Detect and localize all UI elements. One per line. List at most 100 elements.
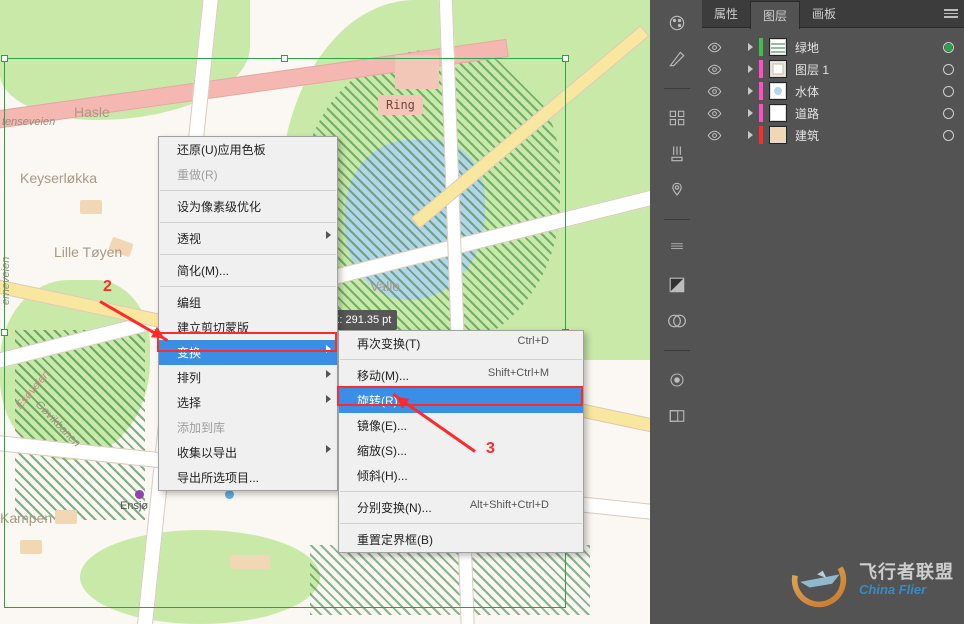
menu-add-to-library: 添加到库 bbox=[159, 415, 337, 440]
context-menu[interactable]: 还原(U)应用色板 重做(R) 设为像素级优化 透视 简化(M)... 编组 建… bbox=[158, 136, 338, 491]
layer-target-icon[interactable] bbox=[943, 64, 954, 75]
expand-icon[interactable] bbox=[748, 87, 753, 95]
menu-transform-each[interactable]: 分别变换(N)... Alt+Shift+Ctrl+D bbox=[339, 495, 583, 520]
menu-separator bbox=[340, 359, 582, 360]
symbols-icon[interactable] bbox=[666, 179, 688, 201]
tab-layers[interactable]: 图层 bbox=[750, 1, 800, 29]
layer-target-icon[interactable] bbox=[943, 42, 954, 53]
layer-name: 图层 1 bbox=[795, 61, 829, 78]
brushes-icon[interactable] bbox=[666, 143, 688, 165]
menu-clipping-mask[interactable]: 建立剪切蒙版 bbox=[159, 315, 337, 340]
menu-label: 收集以导出 bbox=[177, 446, 237, 460]
layers-panel: 属性 图层 画板 绿地图层 1 水体道路建筑 bbox=[702, 0, 964, 624]
menu-collect-export[interactable]: 收集以导出 bbox=[159, 440, 337, 465]
visibility-icon[interactable] bbox=[706, 61, 722, 77]
layers-list: 绿地图层 1 水体道路建筑 bbox=[702, 28, 964, 146]
layer-thumbnail bbox=[769, 126, 787, 144]
menu-shear[interactable]: 倾斜(H)... bbox=[339, 463, 583, 488]
layer-target-icon[interactable] bbox=[943, 86, 954, 97]
selection-handle[interactable] bbox=[281, 55, 288, 62]
stroke-icon[interactable] bbox=[666, 238, 688, 260]
strip-separator bbox=[664, 219, 690, 220]
brush-icon[interactable] bbox=[666, 48, 688, 70]
visibility-icon[interactable] bbox=[706, 127, 722, 143]
watermark-text: 飞行者联盟 China Flier bbox=[859, 562, 954, 598]
menu-transform[interactable]: 变换 bbox=[159, 340, 337, 365]
chevron-right-icon bbox=[326, 445, 331, 453]
menu-simplify[interactable]: 简化(M)... bbox=[159, 258, 337, 283]
menu-label: 分别变换(N)... bbox=[357, 501, 432, 515]
layer-target-icon[interactable] bbox=[943, 130, 954, 141]
selection-handle[interactable] bbox=[1, 55, 8, 62]
chevron-right-icon bbox=[326, 345, 331, 353]
layer-row[interactable]: 建筑 bbox=[702, 124, 964, 146]
menu-perspective[interactable]: 透视 bbox=[159, 226, 337, 251]
panel-tabs: 属性 图层 画板 bbox=[702, 0, 964, 28]
expand-icon[interactable] bbox=[748, 131, 753, 139]
menu-separator bbox=[340, 523, 582, 524]
layer-color bbox=[759, 38, 763, 56]
layer-name: 水体 bbox=[795, 83, 819, 100]
layer-color bbox=[759, 126, 763, 144]
layer-thumbnail bbox=[769, 38, 787, 56]
layer-row[interactable]: 水体 bbox=[702, 80, 964, 102]
visibility-icon[interactable] bbox=[706, 105, 722, 121]
strip-separator bbox=[664, 88, 690, 89]
menu-label: 选择 bbox=[177, 396, 201, 410]
menu-export-selected[interactable]: 导出所选项目... bbox=[159, 465, 337, 490]
menu-transform-again[interactable]: 再次变换(T)Ctrl+D bbox=[339, 331, 583, 356]
selection-handle[interactable] bbox=[1, 329, 8, 336]
menu-reset-bbox[interactable]: 重置定界框(B) bbox=[339, 527, 583, 552]
tab-properties[interactable]: 属性 bbox=[702, 0, 750, 27]
menu-arrange[interactable]: 排列 bbox=[159, 365, 337, 390]
menu-undo[interactable]: 还原(U)应用色板 bbox=[159, 137, 337, 162]
watermark-en: China Flier bbox=[859, 583, 954, 598]
menu-group[interactable]: 编组 bbox=[159, 290, 337, 315]
selection-handle[interactable] bbox=[562, 55, 569, 62]
annotation-number-3: 3 bbox=[486, 440, 495, 458]
layer-thumbnail bbox=[769, 82, 787, 100]
menu-separator bbox=[160, 254, 336, 255]
coord-x-value: 291.35 pt bbox=[345, 314, 391, 326]
layer-name: 建筑 bbox=[795, 127, 819, 144]
watermark-logo-icon bbox=[789, 550, 849, 610]
layer-row[interactable]: 绿地 bbox=[702, 36, 964, 58]
menu-pixel-optimize[interactable]: 设为像素级优化 bbox=[159, 194, 337, 219]
strip-separator bbox=[664, 350, 690, 351]
menu-separator bbox=[160, 286, 336, 287]
menu-separator bbox=[160, 190, 336, 191]
visibility-icon[interactable] bbox=[706, 83, 722, 99]
gradient-icon[interactable] bbox=[666, 274, 688, 296]
menu-shortcut: Alt+Shift+Ctrl+D bbox=[470, 499, 549, 511]
layer-color bbox=[759, 82, 763, 100]
expand-icon[interactable] bbox=[748, 109, 753, 117]
menu-separator bbox=[340, 491, 582, 492]
menu-label: 移动(M)... bbox=[357, 369, 409, 383]
layer-row[interactable]: 道路 bbox=[702, 102, 964, 124]
layer-name: 绿地 bbox=[795, 39, 819, 56]
panel-menu-icon[interactable] bbox=[944, 9, 958, 18]
menu-separator bbox=[160, 222, 336, 223]
menu-move[interactable]: 移动(M)... Shift+Ctrl+M bbox=[339, 363, 583, 388]
menu-mirror[interactable]: 镜像(E)... bbox=[339, 413, 583, 438]
graphic-styles-icon[interactable] bbox=[666, 405, 688, 427]
menu-shortcut: Shift+Ctrl+M bbox=[488, 367, 549, 379]
layer-row[interactable]: 图层 1 bbox=[702, 58, 964, 80]
color-palette-icon[interactable] bbox=[666, 12, 688, 34]
collapsed-panel-strip bbox=[660, 12, 694, 427]
expand-icon[interactable] bbox=[748, 65, 753, 73]
transparency-icon[interactable] bbox=[666, 310, 688, 332]
layer-target-icon[interactable] bbox=[943, 108, 954, 119]
annotation-number-2: 2 bbox=[103, 278, 112, 296]
menu-label: 再次变换(T) bbox=[357, 337, 420, 351]
menu-rotate[interactable]: 旋转(R)... bbox=[339, 388, 583, 413]
menu-select[interactable]: 选择 bbox=[159, 390, 337, 415]
swatches-icon[interactable] bbox=[666, 107, 688, 129]
menu-label: 排列 bbox=[177, 371, 201, 385]
watermark: 飞行者联盟 China Flier bbox=[789, 550, 954, 610]
expand-icon[interactable] bbox=[748, 43, 753, 51]
appearance-icon[interactable] bbox=[666, 369, 688, 391]
tab-artboards[interactable]: 画板 bbox=[800, 0, 848, 27]
visibility-icon[interactable] bbox=[706, 39, 722, 55]
chevron-right-icon bbox=[326, 395, 331, 403]
